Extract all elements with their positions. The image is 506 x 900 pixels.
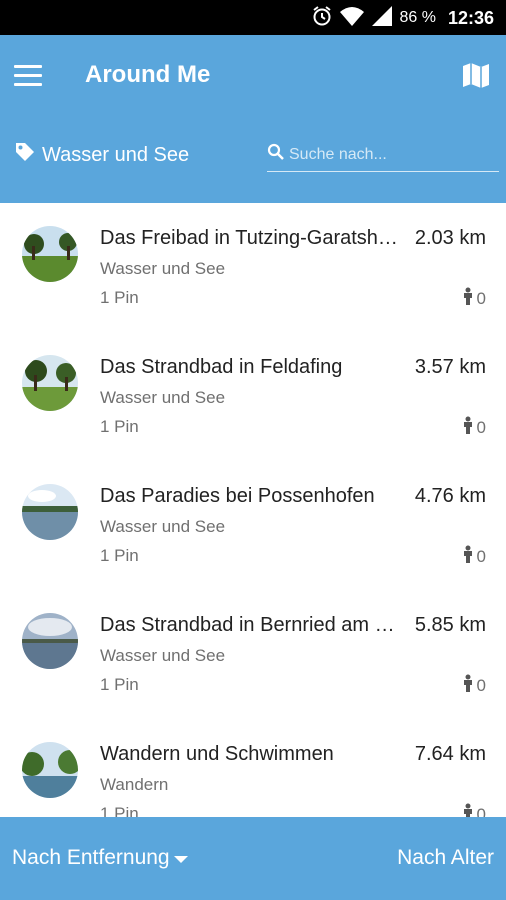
place-category: Wasser und See	[100, 517, 226, 536]
wifi-icon	[339, 5, 365, 32]
sort-by-distance-button[interactable]: Nach Entfernung	[12, 846, 188, 870]
status-icons: 86 % 12:36	[311, 5, 494, 31]
place-pin-count: 1 Pin	[100, 675, 139, 694]
visitor-count: 0	[461, 674, 486, 697]
visitor-count: 0	[461, 416, 486, 439]
place-thumbnail	[22, 613, 78, 669]
visitor-count-value: 0	[476, 804, 486, 818]
place-distance: 7.64 km	[414, 743, 486, 765]
visitor-count-value: 0	[476, 546, 486, 566]
place-distance: 2.03 km	[414, 227, 486, 249]
category-filter-label: Wasser und See	[42, 143, 190, 166]
place-category: Wasser und See	[100, 646, 226, 665]
place-pin-count: 1 Pin	[100, 804, 139, 817]
sort-bar: Nach Entfernung Nach Alter	[0, 817, 506, 900]
list-item[interactable]: Das Paradies bei Possenhofen 4.76 km Was…	[0, 461, 506, 590]
place-distance: 3.57 km	[414, 356, 486, 378]
place-thumbnail	[22, 742, 78, 798]
person-icon	[461, 674, 475, 697]
place-name: Das Strandbad in Feldafing	[100, 356, 343, 378]
status-bar: 86 % 12:36	[0, 0, 506, 35]
list-item[interactable]: Wandern und Schwimmen 7.64 km Wandern 1 …	[0, 719, 506, 817]
place-name: Das Strandbad in Bernried am Starnberger…	[100, 614, 406, 636]
list-item[interactable]: Das Strandbad in Feldafing 3.57 km Wasse…	[0, 332, 506, 461]
place-name: Wandern und Schwimmen	[100, 743, 334, 765]
place-pin-count: 1 Pin	[100, 417, 139, 436]
place-distance: 4.76 km	[414, 485, 486, 507]
person-icon	[461, 416, 475, 439]
clock-time: 12:36	[447, 7, 494, 28]
place-category: Wasser und See	[100, 259, 226, 278]
visitor-count-value: 0	[476, 417, 486, 437]
list-item[interactable]: Das Freibad in Tutzing-Garatshausen 2.03…	[0, 203, 506, 332]
place-distance: 5.85 km	[414, 614, 486, 636]
signal-icon	[371, 5, 393, 32]
search-input[interactable]: Suche nach...	[267, 138, 499, 172]
place-category: Wasser und See	[100, 388, 226, 407]
person-icon	[461, 803, 475, 817]
place-thumbnail	[22, 355, 78, 411]
person-icon	[461, 287, 475, 310]
place-name: Das Paradies bei Possenhofen	[100, 485, 375, 507]
page-title: Around Me	[85, 61, 211, 88]
sort-by-age-button[interactable]: Nach Alter	[397, 846, 494, 870]
place-pin-count: 1 Pin	[100, 546, 139, 565]
place-name: Das Freibad in Tutzing-Garatshausen	[100, 227, 406, 249]
search-placeholder: Suche nach...	[289, 145, 387, 163]
place-pin-count: 1 Pin	[100, 288, 139, 307]
list-item[interactable]: Das Strandbad in Bernried am Starnberger…	[0, 590, 506, 719]
sort-by-distance-label: Nach Entfernung	[12, 846, 170, 869]
map-icon[interactable]	[460, 59, 492, 91]
places-list[interactable]: Das Freibad in Tutzing-Garatshausen 2.03…	[0, 203, 506, 817]
app-bar: Around Me Wasser und See Suche nach...	[0, 35, 506, 203]
person-icon	[461, 545, 475, 568]
alarm-icon	[311, 5, 333, 32]
search-icon	[267, 143, 285, 166]
tag-icon	[14, 141, 36, 169]
place-category: Wandern	[100, 775, 169, 794]
visitor-count: 0	[461, 545, 486, 568]
caret-down-icon	[173, 846, 188, 870]
battery-percentage: 86 %	[399, 9, 436, 26]
visitor-count-value: 0	[476, 675, 486, 695]
place-thumbnail	[22, 484, 78, 540]
hamburger-menu-icon[interactable]	[14, 65, 44, 89]
visitor-count: 0	[461, 287, 486, 310]
visitor-count-value: 0	[476, 288, 486, 308]
visitor-count: 0	[461, 803, 486, 817]
place-thumbnail	[22, 226, 78, 282]
category-filter[interactable]: Wasser und See	[14, 139, 189, 171]
